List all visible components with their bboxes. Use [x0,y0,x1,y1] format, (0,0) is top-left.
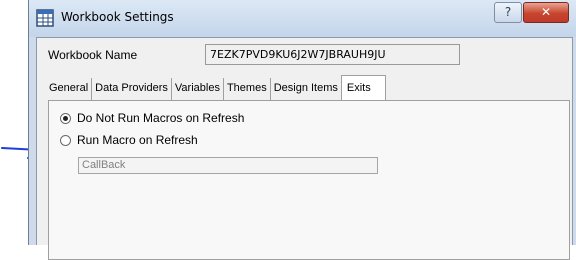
workbook-name-label: Workbook Name [48,48,138,62]
tab-exits[interactable]: Exits [340,75,386,100]
macro-name-field[interactable]: CallBack [78,157,378,174]
close-button[interactable]: ✕ [523,2,569,23]
tab-themes[interactable]: Themes [222,78,270,100]
title-bar[interactable]: Workbook Settings ? ✕ [29,0,576,37]
tab-bar: General Data Providers Variables Themes … [49,75,386,100]
tab-variables[interactable]: Variables [170,78,223,100]
radio-button-checked[interactable] [60,112,71,124]
close-icon: ✕ [540,5,552,19]
window-title: Workbook Settings [61,10,174,24]
dialog-content: Workbook Name 7EZK7PVD9KU6J2W7JBRAUH9JU … [36,37,573,260]
radio-button-unchecked[interactable] [60,134,71,146]
tab-general[interactable]: General [49,78,91,100]
radio-do-not-run-macros[interactable]: Do Not Run Macros on Refresh [60,111,244,125]
radio-label: Run Macro on Refresh [77,133,198,147]
workbook-settings-dialog: Workbook Settings ? ✕ Workbook Name 7EZK… [28,0,576,260]
workbook-name-field[interactable]: 7EZK7PVD9KU6J2W7JBRAUH9JU [205,44,460,65]
radio-label: Do Not Run Macros on Refresh [77,111,245,125]
workbook-settings-icon [36,9,54,27]
tab-design-items[interactable]: Design Items [269,78,341,100]
tab-data-providers[interactable]: Data Providers [91,78,171,100]
exits-panel: Do Not Run Macros on Refresh Run Macro o… [48,100,570,260]
radio-run-macro-on-refresh[interactable]: Run Macro on Refresh [60,133,198,147]
help-icon: ? [504,5,512,19]
help-button[interactable]: ? [494,2,522,23]
